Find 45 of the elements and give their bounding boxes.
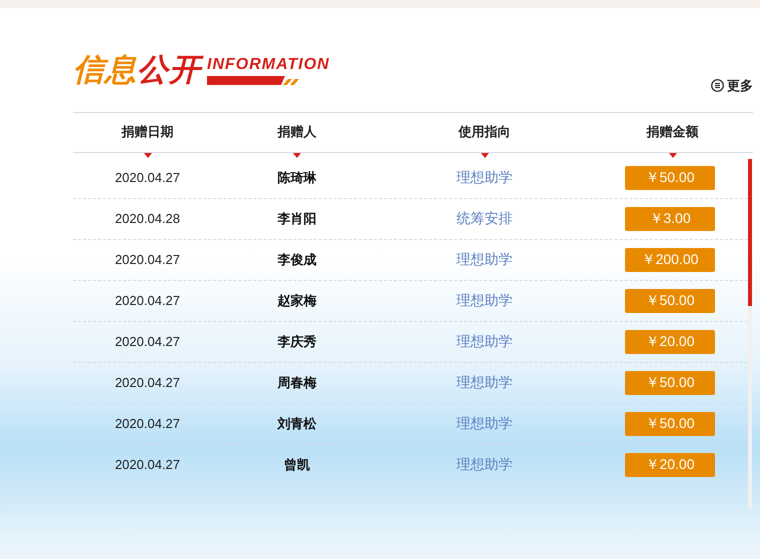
usage-purpose: 理想助学 (456, 168, 512, 187)
column-header: 捐赠金额 (646, 123, 698, 142)
amount-badge: ￥50.00 (625, 166, 715, 190)
more-link[interactable]: 更多 (711, 76, 753, 96)
usage-purpose: 理想助学 (456, 332, 512, 351)
donation-date: 2020.04.27 (114, 414, 180, 433)
amount-badge: ￥20.00 (625, 330, 715, 354)
donation-date: 2020.04.27 (114, 250, 180, 269)
donation-date: 2020.04.27 (114, 332, 180, 351)
donor-name: 周春梅 (278, 374, 316, 392)
amount-badge: ￥50.00 (625, 412, 715, 436)
down-triangle-icon (293, 152, 301, 158)
donor-name: 李庆秀 (278, 332, 316, 351)
amount-badge: ￥20.00 (625, 452, 715, 476)
donation-date: 2020.04.27 (114, 456, 180, 474)
donation-date: 2020.04.28 (114, 210, 180, 228)
amount-badge: ￥3.00 (625, 206, 715, 230)
usage-purpose: 理想助学 (456, 455, 512, 474)
usage-purpose: 理想助学 (456, 291, 512, 310)
usage-purpose: 统筹安排 (456, 209, 512, 228)
amount-badge: ￥50.00 (625, 288, 715, 312)
donation-date: 2020.04.27 (114, 374, 180, 392)
donation-date: 2020.04.27 (114, 292, 180, 310)
donor-name: 陈琦琳 (278, 168, 316, 187)
down-triangle-icon (144, 152, 152, 158)
amount-badge: ￥200.00 (625, 248, 715, 272)
scrollbar-thumb[interactable] (748, 158, 752, 306)
underline-stripe-icon (207, 76, 299, 85)
column-header: 捐赠日期 (122, 123, 174, 142)
column-header: 捐赠人 (278, 123, 316, 142)
donation-date: 2020.04.27 (114, 168, 180, 187)
amount-badge: ￥50.00 (625, 370, 715, 394)
section-subtitle: INFORMATION (207, 57, 330, 73)
donor-name: 曾凯 (284, 456, 310, 474)
down-triangle-icon (480, 152, 488, 158)
usage-purpose: 理想助学 (456, 250, 512, 269)
usage-purpose: 理想助学 (456, 414, 512, 433)
menu-icon (711, 79, 724, 92)
donor-name: 赵家梅 (278, 292, 316, 310)
usage-purpose: 理想助学 (456, 373, 512, 392)
column-header: 使用指向 (458, 123, 510, 142)
donor-name: 李俊成 (278, 250, 316, 269)
down-triangle-icon (668, 152, 676, 158)
donor-name: 李肖阳 (278, 210, 316, 228)
donor-name: 刘青松 (278, 414, 316, 433)
